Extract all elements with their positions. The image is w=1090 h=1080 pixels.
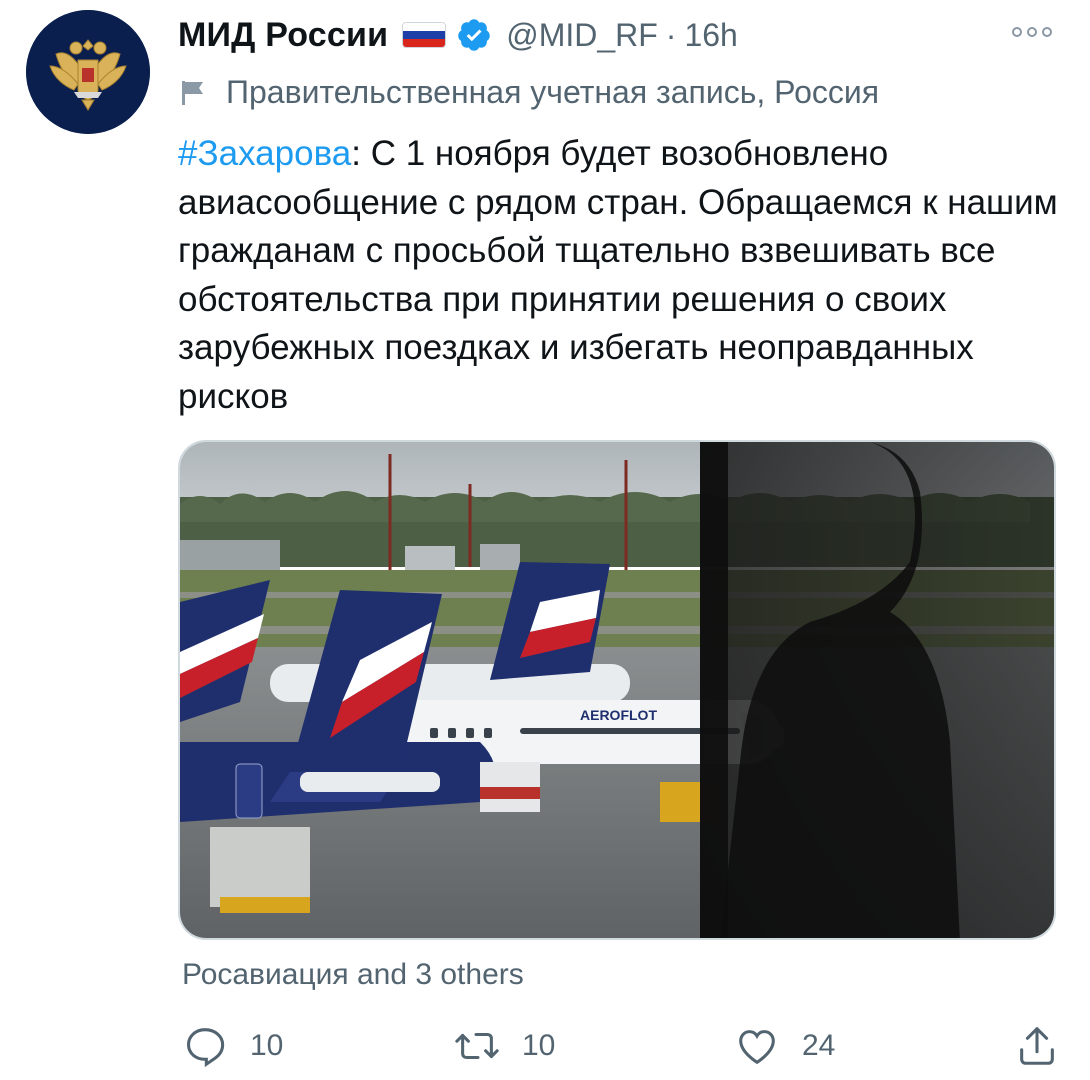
tweet-body: : С 1 ноября будет возобновлено авиасооб… [178, 134, 1058, 416]
separator-dot: · [665, 16, 677, 53]
airport-photo: AEROFLOT [180, 442, 1054, 938]
timestamp[interactable]: 16h [684, 17, 737, 54]
like-button[interactable]: 24 [734, 1018, 835, 1074]
hashtag-link[interactable]: #Захарова [178, 134, 351, 173]
tweet-photo[interactable]: AEROFLOT [178, 440, 1056, 940]
display-name[interactable]: МИД России [178, 16, 388, 55]
tweet-text: #Захарова: С 1 ноября будет возобновлено… [178, 130, 1058, 421]
government-label-text: Правительственная учетная запись, Россия [226, 74, 880, 110]
verified-badge-icon [458, 19, 490, 51]
like-count: 24 [802, 1029, 836, 1062]
retweet-button[interactable]: 10 [454, 1018, 555, 1074]
share-icon [1020, 1027, 1054, 1065]
aeroflot-text: AEROFLOT [580, 707, 657, 723]
retweet-icon [455, 1032, 499, 1060]
more-options-icon[interactable] [1012, 20, 1052, 44]
share-button[interactable] [1014, 1018, 1060, 1074]
heart-icon [739, 1030, 775, 1065]
handle[interactable]: @MID_RF [506, 17, 658, 54]
reply-button[interactable]: 10 [182, 1018, 283, 1074]
government-account-label[interactable]: Правительственная учетная запись, Россия [180, 74, 879, 111]
action-bar: 10 10 24 [182, 1018, 1062, 1074]
tweet-header: МИД России @MID_RF · 16h [178, 12, 1050, 58]
avatar[interactable] [26, 10, 150, 134]
reply-icon [186, 1028, 225, 1068]
reply-count: 10 [250, 1029, 284, 1062]
retweet-count: 10 [522, 1029, 556, 1062]
tagged-users-link[interactable]: Росавиация and 3 others [182, 958, 524, 992]
russia-flag-icon [402, 22, 447, 48]
coat-of-arms-icon [26, 10, 150, 134]
tweet[interactable]: МИД России @MID_RF · 16h Правительственн… [0, 0, 1090, 1080]
flag-icon [182, 80, 203, 105]
